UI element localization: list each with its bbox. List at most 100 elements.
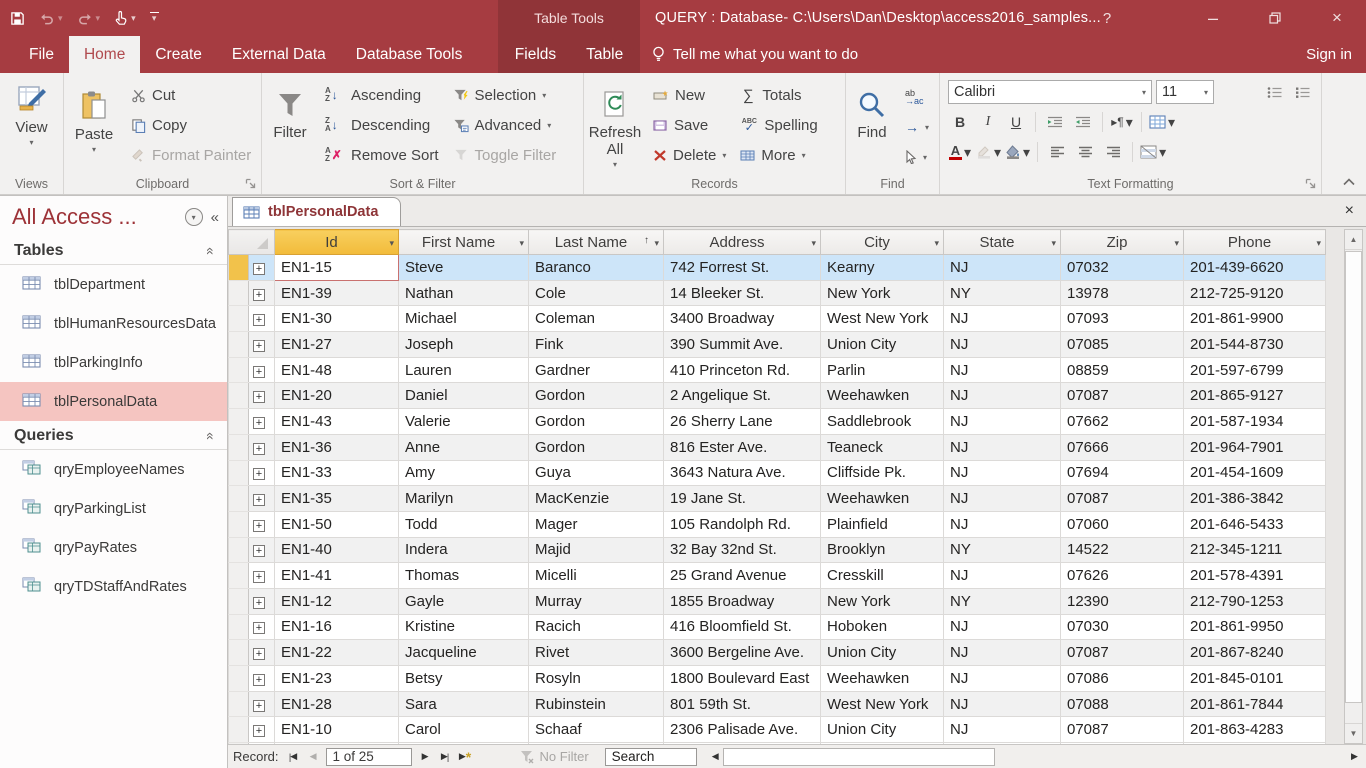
cell-state[interactable]: NJ	[944, 640, 1061, 666]
close-button[interactable]: ×	[1320, 0, 1354, 36]
column-dropdown-icon[interactable]: ▾	[519, 238, 524, 249]
cell-first-name[interactable]: Thomas	[399, 563, 529, 589]
expand-row-button[interactable]: +	[249, 666, 275, 692]
cell-phone[interactable]: 201-865-9127	[1184, 383, 1326, 409]
expand-row-button[interactable]: +	[249, 691, 275, 717]
cell-address[interactable]: 14 Bleeker St.	[664, 280, 821, 306]
align-left-button[interactable]	[1045, 140, 1069, 164]
column-header-address[interactable]: Address▾	[664, 230, 821, 255]
last-record-button[interactable]: ▶|	[435, 748, 455, 766]
cell-zip[interactable]: 14522	[1061, 537, 1184, 563]
cell-city[interactable]: Union City	[821, 332, 944, 358]
cell-state[interactable]: NJ	[944, 357, 1061, 383]
expand-row-button[interactable]: +	[249, 563, 275, 589]
cell-id[interactable]: EN1-30	[275, 306, 399, 332]
row-selector[interactable]	[229, 255, 249, 281]
touch-mode-dropdown-icon[interactable]: ▾	[131, 13, 136, 24]
cell-first-name[interactable]: Carol	[399, 717, 529, 743]
select-dropdown-icon[interactable]: ▾	[923, 153, 927, 162]
cell-first-name[interactable]: Lauren	[399, 357, 529, 383]
expand-row-button[interactable]: +	[249, 409, 275, 435]
cell-last-name[interactable]: Micelli	[529, 563, 664, 589]
cell-id[interactable]: EN1-43	[275, 409, 399, 435]
expand-row-button[interactable]: +	[249, 460, 275, 486]
sign-in-button[interactable]: Sign in	[1306, 36, 1352, 73]
cell-first-name[interactable]: Betsy	[399, 666, 529, 692]
column-header-state[interactable]: State▾	[944, 230, 1061, 255]
cell-id[interactable]: EN1-15	[275, 255, 399, 281]
expand-row-button[interactable]: +	[249, 280, 275, 306]
cell-address[interactable]: 2 Angelique St.	[664, 383, 821, 409]
cell-address[interactable]: 3400 Broadway	[664, 306, 821, 332]
cell-state[interactable]: NJ	[944, 717, 1061, 743]
touch-mode-button[interactable]: ▾	[114, 10, 136, 26]
previous-record-button[interactable]: ◀	[303, 748, 323, 766]
cell-first-name[interactable]: Kristine	[399, 614, 529, 640]
redo-button[interactable]: ▾	[77, 11, 101, 26]
expand-row-button[interactable]: +	[249, 486, 275, 512]
row-selector[interactable]	[229, 383, 249, 409]
cell-state[interactable]: NJ	[944, 255, 1061, 281]
tab-home[interactable]: Home	[69, 36, 140, 73]
queries-section-header[interactable]: Queries «	[0, 423, 227, 450]
undo-dropdown-icon[interactable]: ▾	[58, 13, 63, 24]
expand-row-button[interactable]: +	[249, 357, 275, 383]
cell-state[interactable]: NJ	[944, 614, 1061, 640]
collapse-section-icon[interactable]: «	[203, 247, 219, 255]
font-name-dropdown-icon[interactable]: ▾	[1136, 88, 1146, 97]
cell-city[interactable]: New York	[821, 588, 944, 614]
row-selector[interactable]	[229, 486, 249, 512]
scroll-up-icon[interactable]: ▲	[1345, 230, 1362, 250]
background-color-button[interactable]: ▾	[1005, 140, 1030, 164]
cell-zip[interactable]: 07087	[1061, 717, 1184, 743]
scroll-left-icon[interactable]: ◀	[705, 748, 725, 766]
row-selector[interactable]	[229, 409, 249, 435]
more-button[interactable]: More ▾	[733, 140, 824, 170]
cell-zip[interactable]: 07088	[1061, 691, 1184, 717]
delete-record-button[interactable]: Delete ▾	[646, 140, 733, 170]
cell-last-name[interactable]: Cole	[529, 280, 664, 306]
cell-state[interactable]: NY	[944, 588, 1061, 614]
increase-indent-button[interactable]	[1043, 110, 1067, 134]
cell-state[interactable]: NJ	[944, 434, 1061, 460]
column-header-last-name[interactable]: Last Name↑▾	[529, 230, 664, 255]
row-selector[interactable]	[229, 280, 249, 306]
delete-dropdown-icon[interactable]: ▾	[722, 151, 726, 160]
cell-city[interactable]: West New York	[821, 691, 944, 717]
cell-first-name[interactable]: Marilyn	[399, 486, 529, 512]
highlight-color-button[interactable]: ▾	[976, 140, 1001, 164]
view-dropdown-icon[interactable]: ▾	[29, 138, 33, 147]
cell-city[interactable]: Teaneck	[821, 434, 944, 460]
cell-first-name[interactable]: Sara	[399, 691, 529, 717]
advanced-dropdown-icon[interactable]: ▾	[547, 121, 551, 130]
cell-city[interactable]: Saddlebrook	[821, 409, 944, 435]
cell-last-name[interactable]: Guya	[529, 460, 664, 486]
cell-first-name[interactable]: Todd	[399, 511, 529, 537]
text-direction-button[interactable]: ▸¶ ▾	[1110, 110, 1134, 134]
sidebar-item-tblDepartment[interactable]: tblDepartment	[0, 265, 227, 304]
column-header-phone[interactable]: Phone▾	[1184, 230, 1326, 255]
cell-phone[interactable]: 201-646-5433	[1184, 511, 1326, 537]
row-selector[interactable]	[229, 563, 249, 589]
row-selector[interactable]	[229, 460, 249, 486]
cell-city[interactable]: Plainfield	[821, 511, 944, 537]
cell-last-name[interactable]: MacKenzie	[529, 486, 664, 512]
cell-first-name[interactable]: Valerie	[399, 409, 529, 435]
cell-zip[interactable]: 07032	[1061, 255, 1184, 281]
redo-dropdown-icon[interactable]: ▾	[96, 13, 101, 24]
sidebar-item-tblParkingInfo[interactable]: tblParkingInfo	[0, 343, 227, 382]
horizontal-scrollbar-thumb[interactable]	[723, 748, 995, 766]
nav-pane-menu-icon[interactable]: ▾	[185, 208, 203, 226]
cell-last-name[interactable]: Schaaf	[529, 717, 664, 743]
record-position-box[interactable]: 1 of 25	[326, 748, 412, 766]
decrease-indent-button[interactable]	[1071, 110, 1095, 134]
background-color-dropdown-icon[interactable]: ▾	[1023, 144, 1030, 161]
column-header-city[interactable]: City▾	[821, 230, 944, 255]
sidebar-item-qryParkingList[interactable]: qryParkingList	[0, 489, 227, 528]
expand-row-button[interactable]: +	[249, 383, 275, 409]
cell-address[interactable]: 801 59th St.	[664, 691, 821, 717]
tab-database-tools[interactable]: Database Tools	[341, 36, 478, 73]
cell-address[interactable]: 32 Bay 32nd St.	[664, 537, 821, 563]
refresh-all-dropdown-icon[interactable]: ▾	[613, 160, 617, 169]
cell-phone[interactable]: 201-454-1609	[1184, 460, 1326, 486]
